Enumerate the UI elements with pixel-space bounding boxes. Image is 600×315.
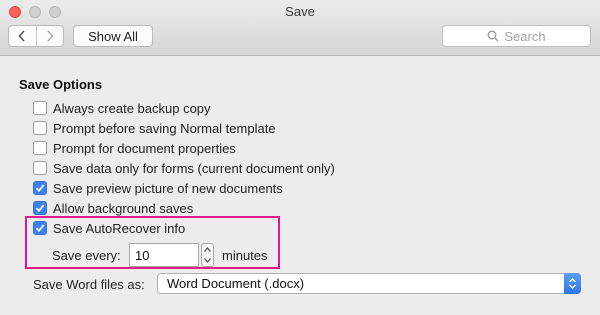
back-button[interactable] bbox=[9, 26, 36, 46]
search-field[interactable]: Search bbox=[442, 25, 591, 47]
option-save-preview-picture[interactable]: Save preview picture of new documents bbox=[33, 180, 283, 196]
option-label: Prompt before saving Normal template bbox=[53, 120, 276, 136]
option-save-forms-data-only[interactable]: Save data only for forms (current docume… bbox=[33, 160, 335, 176]
search-icon bbox=[487, 30, 499, 42]
window-title: Save bbox=[285, 4, 315, 19]
option-save-autorecover[interactable]: Save AutoRecover info bbox=[33, 220, 185, 236]
save-format-dropdown[interactable]: Word Document (.docx) bbox=[157, 273, 581, 294]
option-allow-background-saves[interactable]: Allow background saves bbox=[33, 200, 193, 216]
show-all-button[interactable]: Show All bbox=[73, 25, 153, 47]
checkbox[interactable] bbox=[33, 161, 47, 175]
search-placeholder: Search bbox=[504, 28, 546, 44]
forward-button[interactable] bbox=[35, 26, 64, 46]
option-label: Save data only for forms (current docume… bbox=[53, 160, 335, 176]
save-every-label: Save every: bbox=[52, 248, 121, 263]
back-chevron-icon bbox=[18, 30, 25, 42]
section-title: Save Options bbox=[19, 77, 103, 92]
option-label: Always create backup copy bbox=[53, 100, 211, 116]
save-format-label: Save Word files as: bbox=[33, 277, 145, 292]
option-label: Allow background saves bbox=[53, 200, 194, 216]
checkbox[interactable] bbox=[33, 201, 47, 215]
navigation-segmented-control bbox=[8, 25, 64, 47]
autorecover-minutes-input[interactable]: 10 bbox=[129, 243, 199, 267]
checkbox[interactable] bbox=[33, 121, 47, 135]
checkbox[interactable] bbox=[33, 181, 47, 195]
option-prompt-document-properties[interactable]: Prompt for document properties bbox=[33, 140, 236, 156]
checkbox[interactable] bbox=[33, 141, 47, 155]
option-label: Prompt for document properties bbox=[53, 140, 236, 156]
checkmark-icon bbox=[35, 204, 45, 213]
autorecover-minutes-stepper[interactable] bbox=[201, 243, 214, 267]
popup-arrows-icon bbox=[564, 273, 581, 294]
minutes-unit-label: minutes bbox=[222, 248, 268, 263]
window-titlebar: Save Show All Search bbox=[0, 0, 600, 56]
stepper-up-arrow-icon bbox=[204, 247, 211, 252]
checkbox[interactable] bbox=[33, 101, 47, 115]
option-label: Save preview picture of new documents bbox=[53, 180, 283, 196]
save-format-selected: Word Document (.docx) bbox=[167, 276, 305, 291]
checkbox[interactable] bbox=[33, 221, 47, 235]
checkmark-icon bbox=[35, 224, 45, 233]
forward-chevron-icon bbox=[47, 30, 54, 42]
option-prompt-normal-template[interactable]: Prompt before saving Normal template bbox=[33, 120, 276, 136]
checkmark-icon bbox=[35, 184, 45, 193]
stepper-down-arrow-icon bbox=[204, 258, 211, 263]
option-always-create-backup[interactable]: Always create backup copy bbox=[33, 100, 211, 116]
option-label: Save AutoRecover info bbox=[53, 220, 186, 236]
stepper-up[interactable] bbox=[202, 244, 213, 255]
stepper-down[interactable] bbox=[202, 255, 213, 266]
